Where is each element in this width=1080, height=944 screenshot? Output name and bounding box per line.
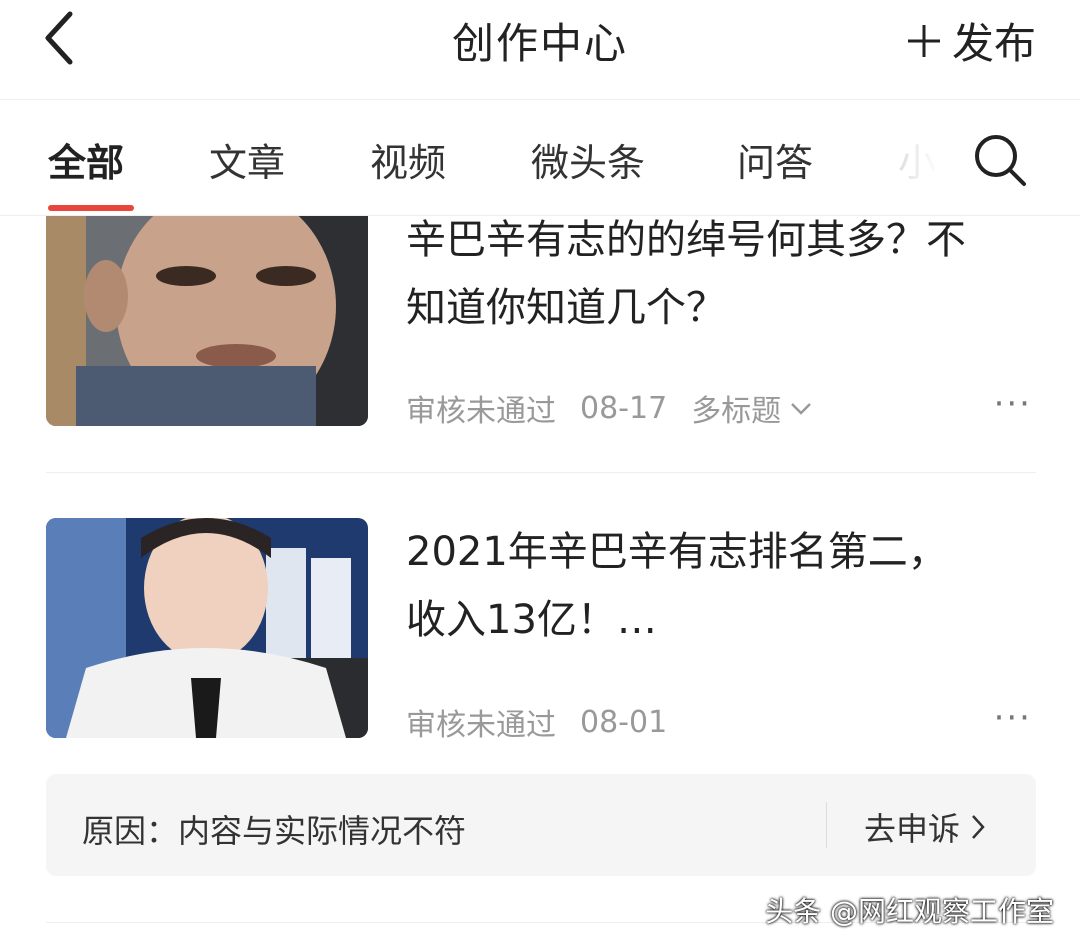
appeal-label: 去申诉 xyxy=(864,810,961,848)
publish-label: 发布 xyxy=(951,19,1036,68)
article-thumbnail[interactable] xyxy=(46,216,368,426)
multi-title-toggle[interactable]: 多标题 xyxy=(691,386,813,430)
thumbnail-image xyxy=(46,518,368,738)
more-options-button[interactable]: ··· xyxy=(994,698,1032,738)
search-button[interactable] xyxy=(970,130,1030,190)
rejection-reason-box: 原因：内容与实际情况不符 去申诉 xyxy=(46,774,1036,876)
more-options-button[interactable]: ··· xyxy=(994,384,1032,424)
tab-bar: 全部 文章 视频 微头条 问答 小 xyxy=(0,100,1080,216)
publish-button[interactable]: 发布 xyxy=(906,10,1036,71)
review-status: 审核未通过 xyxy=(406,394,556,429)
rejection-reason: 原因：内容与实际情况不符 xyxy=(82,812,467,850)
plus-icon xyxy=(907,24,940,57)
search-icon xyxy=(975,135,1026,186)
chevron-right-icon xyxy=(972,815,985,839)
multi-title-label: 多标题 xyxy=(691,394,782,429)
article-title[interactable]: 2021年辛巴辛有志排名第二，收入13亿！… xyxy=(406,518,986,654)
tab-micro-posts[interactable]: 微头条 xyxy=(531,132,645,187)
tab-all[interactable]: 全部 xyxy=(48,132,124,187)
article-meta: 审核未通过 08-17 多标题 xyxy=(406,386,837,430)
article-meta: 审核未通过 08-01 xyxy=(406,700,691,744)
publish-date: 08-01 xyxy=(580,704,668,740)
chevron-down-icon xyxy=(791,403,812,415)
thumbnail-image xyxy=(46,216,368,426)
article-title[interactable]: 辛巴辛有志的的绰号何其多？不知道你知道几个？ xyxy=(406,206,986,342)
appeal-button[interactable]: 去申诉 xyxy=(864,804,986,850)
watermark: 头条 @网红观察工作室 xyxy=(765,895,1054,928)
active-tab-indicator xyxy=(48,205,134,211)
tab-articles[interactable]: 文章 xyxy=(209,132,285,187)
tab-videos[interactable]: 视频 xyxy=(370,132,446,187)
divider xyxy=(826,802,827,848)
article-thumbnail[interactable] xyxy=(46,518,368,738)
top-bar: 创作中心 发布 xyxy=(0,0,1080,100)
tab-qa[interactable]: 问答 xyxy=(737,132,813,187)
publish-date: 08-17 xyxy=(580,390,668,426)
review-status: 审核未通过 xyxy=(406,708,556,743)
divider xyxy=(46,472,1036,473)
tab-fade-overlay xyxy=(870,120,970,200)
